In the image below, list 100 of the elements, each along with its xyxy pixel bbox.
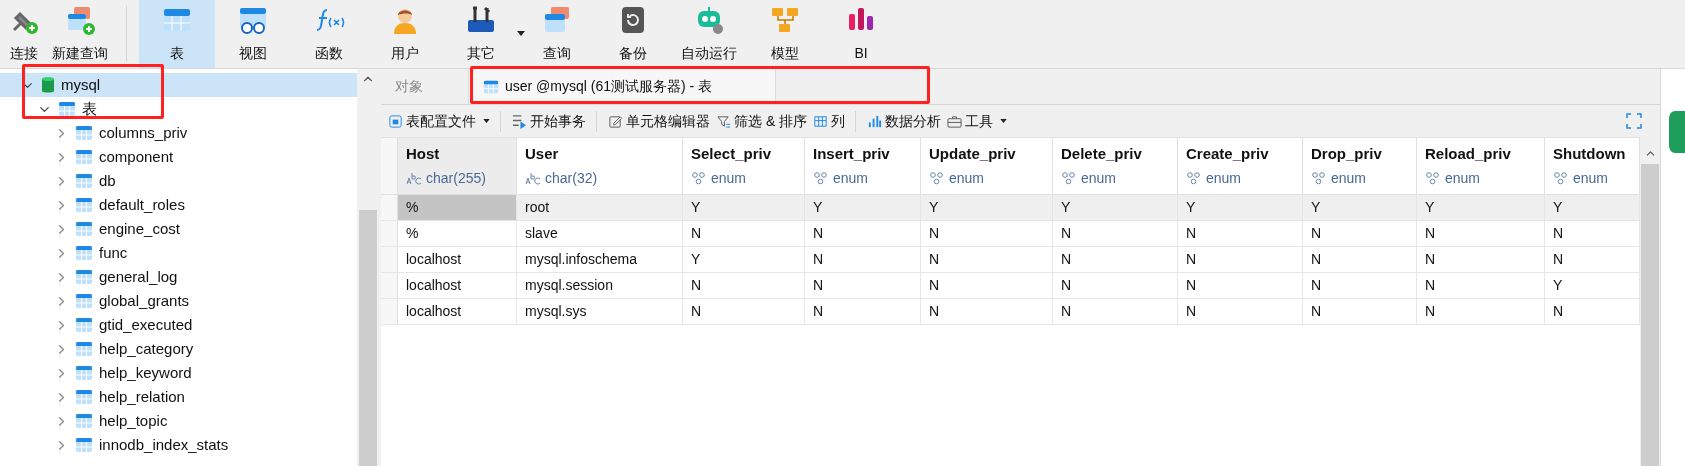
scrollbar-thumb[interactable] [1641,164,1659,466]
table-cell[interactable]: N [1178,247,1303,272]
table-row[interactable]: localhost mysql.infoschema Y N N N N N N N [381,247,1640,273]
enum-type-icon [691,171,707,186]
table-cell[interactable]: N [1053,247,1178,272]
toolbar-button[interactable]: 用户 [367,0,443,68]
column-name: Insert_priv [813,144,891,165]
table-cell[interactable]: N [805,221,921,246]
table-cell[interactable]: N [1178,299,1303,324]
table-cell[interactable]: Y [805,195,921,220]
table-cell[interactable]: N [1053,273,1178,298]
tree-item[interactable]: help_topic [0,409,357,433]
table-cell[interactable]: N [1417,221,1545,246]
table-row[interactable]: % root Y Y Y Y Y Y Y Y [381,195,1640,221]
table-cell[interactable]: Y [1178,195,1303,220]
table-cell[interactable]: slave [517,221,683,246]
table-cell[interactable]: mysql.infoschema [517,247,683,272]
scrollbar-thumb[interactable] [359,210,377,466]
dropdown-icon [517,31,525,36]
table-cell[interactable]: % [398,221,517,246]
table-cell[interactable]: N [683,299,805,324]
toolbar-button[interactable]: 查询 [519,0,595,68]
toolbar-button[interactable]: 新建查询 [46,0,114,68]
table-cell[interactable]: N [921,273,1053,298]
toolbar-button[interactable]: 函数 [291,0,367,68]
tree-label: innodb_index_stats [99,434,229,455]
toolbar-button[interactable]: 备份 [595,0,671,68]
table-row[interactable]: localhost mysql.session N N N N N N N Y [381,273,1640,299]
table-cell[interactable]: N [921,247,1053,272]
tree-item[interactable]: general_log [0,265,357,289]
table-cell[interactable]: N [1053,299,1178,324]
tree-item[interactable]: component [0,145,357,169]
toolbar-button[interactable]: 开始事务 [509,110,597,132]
tree-item[interactable]: help_relation [0,385,357,409]
toolbar-button[interactable]: 连接 [2,0,46,68]
table-cell[interactable]: N [805,273,921,298]
table-cell[interactable]: N [1417,273,1545,298]
toolbar-button[interactable]: 视图 [215,0,291,68]
table-cell[interactable]: Y [1053,195,1178,220]
toolbar-button[interactable]: 模型 [747,0,823,68]
table-cell[interactable]: Y [1417,195,1545,220]
toolbar-button[interactable]: 数据分析 [864,110,945,132]
tree-item[interactable]: help_category [0,337,357,361]
table-cell[interactable]: % [398,195,517,220]
tree-item[interactable]: innodb_index_stats [0,433,357,457]
table-cell[interactable]: Y [921,195,1053,220]
table-cell[interactable]: N [1303,299,1417,324]
table-icon [75,244,93,262]
table-cell[interactable]: Y [683,247,805,272]
table-cell[interactable]: N [683,273,805,298]
tree-item[interactable]: mysql [0,73,357,97]
enum-type-icon [813,171,829,186]
table-cell[interactable]: N [1178,221,1303,246]
table-cell[interactable]: N [1417,247,1545,272]
toolbar-button[interactable]: 表配置文件 [385,110,501,132]
table-cell[interactable]: N [805,299,921,324]
tree-item[interactable]: db [0,169,357,193]
table-cell[interactable]: N [1303,221,1417,246]
table-cell[interactable]: localhost [398,247,517,272]
tree-item[interactable]: 表 [0,97,357,121]
table-icon [75,412,93,430]
table-icon [75,172,93,190]
tree-item[interactable]: engine_cost [0,217,357,241]
table-cell[interactable]: N [1053,221,1178,246]
table-cell[interactable]: N [1178,273,1303,298]
table-cell[interactable]: N [1303,247,1417,272]
toolbar-button[interactable]: 工具 [944,110,1011,132]
table-cell[interactable]: N [805,247,921,272]
toolbar-button[interactable]: 筛选 & 排序 [713,110,811,132]
table-cell[interactable]: Y [683,195,805,220]
table-cell[interactable]: N [921,221,1053,246]
tree-item[interactable]: columns_priv [0,121,357,145]
toolbar-button[interactable]: 表 [139,0,215,68]
table-icon [75,148,93,166]
toolbar-button[interactable]: BI [823,0,899,68]
table-cell[interactable]: N [921,299,1053,324]
table-cell[interactable]: root [517,195,683,220]
table-cell[interactable]: Y [1303,195,1417,220]
toolbar-button[interactable]: 单元格编辑器 [605,110,713,132]
tree-item[interactable]: gtid_executed [0,313,357,337]
toolbar-button[interactable]: 自动运行 [671,0,747,68]
tree-label: columns_priv [99,122,188,143]
table-row[interactable]: % slave N N N N N N N N [381,221,1640,247]
table-cell[interactable]: localhost [398,299,517,324]
toolbar-button[interactable]: 列 [810,110,857,132]
table-cell[interactable]: localhost [398,273,517,298]
column-header[interactable]: Host char(255) [398,138,517,194]
fullscreen-icon[interactable] [1626,113,1642,129]
tree-item[interactable]: func [0,241,357,265]
table-cell[interactable]: N [683,221,805,246]
tree-item[interactable]: help_keyword [0,361,357,385]
table-cell[interactable]: N [1303,273,1417,298]
tree-item[interactable]: global_grants [0,289,357,313]
table-row[interactable]: localhost mysql.sys N N N N N N N N [381,299,1640,325]
table-cell[interactable]: mysql.sys [517,299,683,324]
table-cell[interactable]: mysql.session [517,273,683,298]
column-type: enum [711,168,747,188]
toolbar-button[interactable]: 其它 [443,0,519,68]
table-cell[interactable]: N [1417,299,1545,324]
tree-item[interactable]: default_roles [0,193,357,217]
